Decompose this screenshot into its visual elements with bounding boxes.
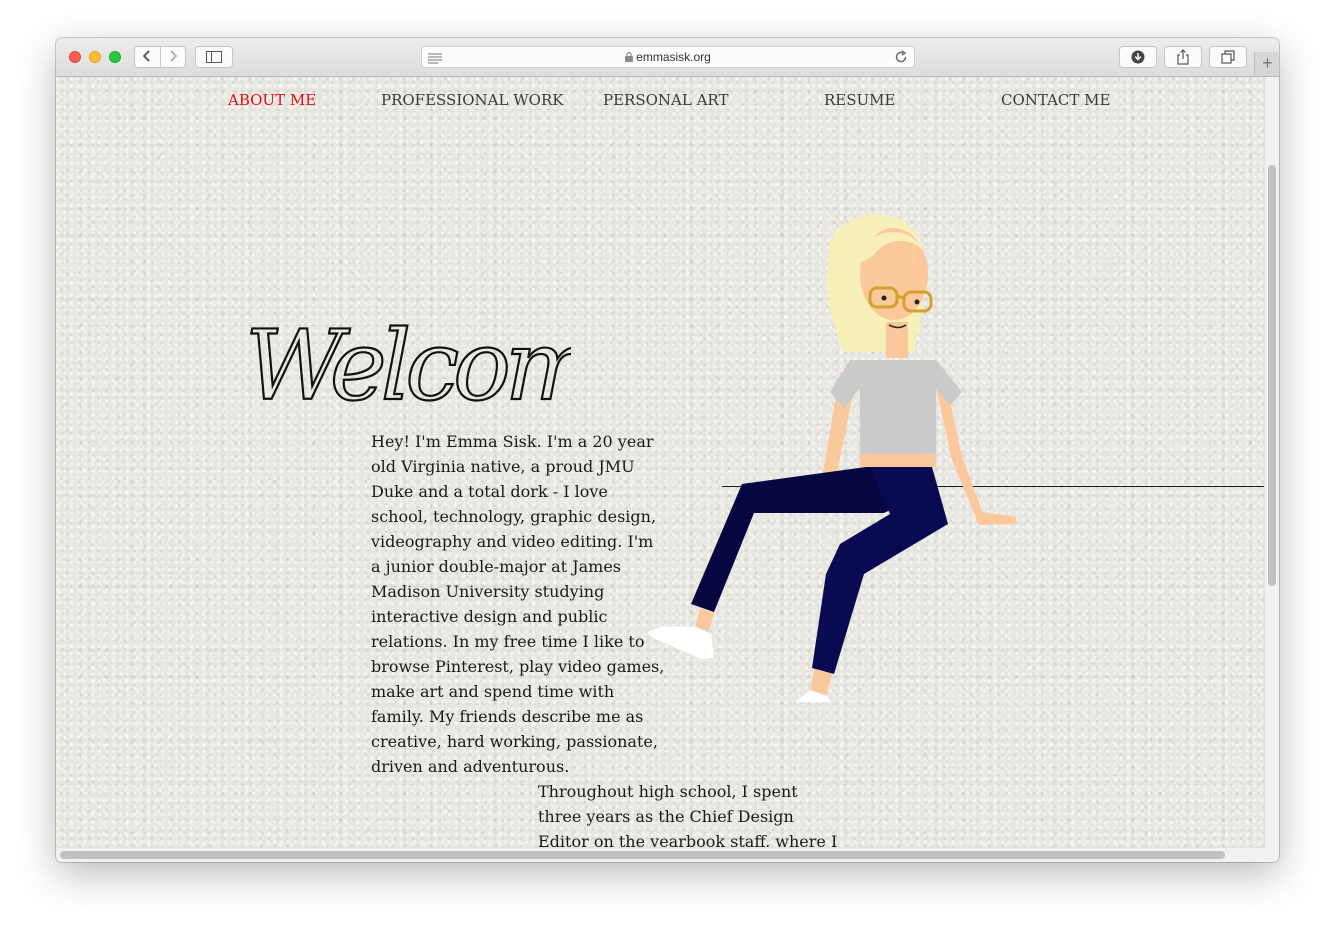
download-icon[interactable]	[1119, 46, 1157, 68]
main-nav: ABOUT ME PROFESSIONAL WORK PERSONAL ART …	[56, 91, 1279, 111]
address-bar[interactable]: emmasisk.org	[421, 46, 915, 68]
new-tab-button[interactable]: +	[1254, 52, 1279, 76]
sidebar-icon[interactable]	[195, 46, 233, 68]
welcome-heading: Welcome!	[244, 309, 571, 423]
forward-icon[interactable]	[161, 47, 186, 67]
bio-paragraph: Hey! I'm Emma Sisk. I'm a 20 year old Vi…	[371, 432, 665, 776]
right-eye	[914, 299, 920, 305]
url-display[interactable]: emmasisk.org	[422, 50, 914, 65]
nav-item-about-me[interactable]: ABOUT ME	[228, 91, 316, 109]
lock-icon	[625, 51, 634, 65]
nav-item-professional-work[interactable]: PROFESSIONAL WORK	[381, 91, 563, 109]
reload-icon[interactable]	[894, 50, 908, 69]
minimize-window-button[interactable]	[89, 51, 101, 63]
nav-item-resume[interactable]: RESUME	[824, 91, 895, 109]
nav-item-personal-art[interactable]: PERSONAL ART	[603, 91, 728, 109]
history-nav	[134, 46, 186, 68]
left-eye	[881, 295, 887, 301]
welcome-text: Welcome!	[245, 310, 571, 422]
vertical-scroll-thumb[interactable]	[1268, 165, 1276, 586]
back-icon[interactable]	[135, 47, 160, 67]
back-sneaker	[645, 625, 715, 661]
browser-window: emmasisk.org + ABOUT ME PROFESSIONAL WOR…	[56, 38, 1279, 862]
zoom-window-button[interactable]	[109, 51, 121, 63]
avatar-illustration	[645, 214, 1016, 702]
tabs-icon[interactable]	[1209, 46, 1247, 68]
horizontal-scrollbar[interactable]	[56, 847, 1265, 862]
page-viewport: ABOUT ME PROFESSIONAL WORK PERSONAL ART …	[56, 77, 1279, 862]
close-window-button[interactable]	[69, 51, 81, 63]
nav-item-contact-me[interactable]: CONTACT ME	[1001, 91, 1110, 109]
browser-toolbar: emmasisk.org +	[56, 38, 1279, 77]
midriff	[860, 454, 936, 467]
vertical-scrollbar[interactable]	[1264, 77, 1279, 862]
horizontal-scroll-thumb[interactable]	[60, 851, 1225, 859]
share-icon[interactable]	[1164, 46, 1202, 68]
front-sneaker	[793, 689, 833, 702]
url-text: emmasisk.org	[636, 50, 711, 64]
